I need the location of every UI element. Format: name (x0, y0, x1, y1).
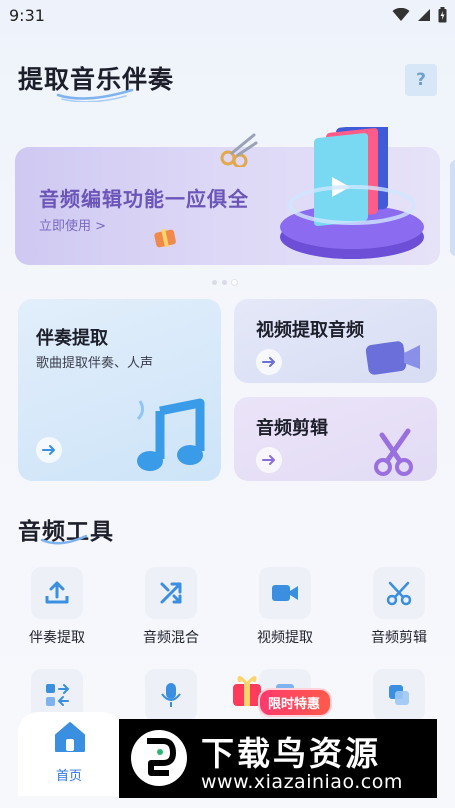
banner-title: 音频编辑功能一应俱全 (39, 187, 249, 211)
status-bar: 9:31 (0, 0, 455, 34)
card-title: 视频提取音频 (256, 320, 364, 341)
banner-use-now-link[interactable]: 立即使用 > (39, 215, 106, 234)
card-title: 音频剪辑 (256, 418, 328, 439)
wifi-icon (392, 8, 410, 21)
tool-label: 伴奏提取 (29, 630, 85, 646)
watermark-text: 下载鸟资源 (201, 734, 381, 773)
tool-accompaniment-extract[interactable]: 伴奏提取 (7, 567, 107, 647)
gift-box-icon (154, 228, 176, 248)
tool-video-extract[interactable]: 视频提取 (235, 567, 335, 647)
tool-label: 视频提取 (257, 630, 313, 646)
card-subtitle: 歌曲提取伴奏、人声 (36, 356, 154, 371)
upload-icon (31, 567, 83, 619)
scissors-icon (374, 428, 413, 476)
help-button[interactable]: ? (405, 64, 437, 96)
next-banner-peek[interactable] (450, 160, 455, 256)
film-stack-illustration (280, 127, 424, 259)
audio-cut-card[interactable]: 音频剪辑 (234, 397, 437, 481)
battery-icon (438, 7, 447, 23)
watermark-url: www.xiazainiao.com (201, 771, 403, 793)
arrow-right-icon[interactable] (256, 447, 282, 473)
signal-icon (418, 9, 430, 21)
status-icons (392, 7, 447, 23)
accompaniment-extract-card[interactable]: 伴奏提取 歌曲提取伴奏、人声 (18, 299, 221, 481)
home-icon[interactable] (52, 720, 88, 754)
music-note-icon (136, 398, 205, 471)
tool-audio-cut[interactable]: 音频剪辑 (349, 567, 449, 647)
section-underline-decoration (40, 534, 88, 545)
arrow-right-icon[interactable] (36, 437, 62, 463)
promo-banner[interactable]: 音频编辑功能一应俱全 立即使用 > (15, 127, 440, 265)
shuffle-icon (145, 567, 197, 619)
video-camera-icon (259, 567, 311, 619)
tool-label: 音频混合 (143, 630, 199, 646)
title-underline-decoration (56, 88, 134, 102)
pagination-dot (212, 280, 217, 285)
tool-label: 音频剪辑 (371, 630, 427, 646)
site-watermark: 下载鸟资源 www.xiazainiao.com (119, 719, 437, 798)
pagination-dot-active (232, 280, 237, 285)
nav-home-label: 首页 (56, 769, 83, 784)
scissors-icon (373, 567, 425, 619)
pagination-dot (222, 280, 227, 285)
limited-offer-label: 限时特惠 (258, 688, 333, 717)
video-camera-icon (365, 341, 420, 375)
video-extract-audio-card[interactable]: 视频提取音频 (234, 299, 437, 383)
tool-audio-mix[interactable]: 音频混合 (121, 567, 221, 647)
card-title: 伴奏提取 (36, 328, 108, 349)
banner-pagination (212, 280, 237, 285)
arrow-right-icon[interactable] (256, 349, 282, 375)
status-time: 9:31 (9, 6, 45, 25)
bird-logo-icon (131, 730, 187, 786)
scissors-decoration-icon (220, 133, 258, 167)
